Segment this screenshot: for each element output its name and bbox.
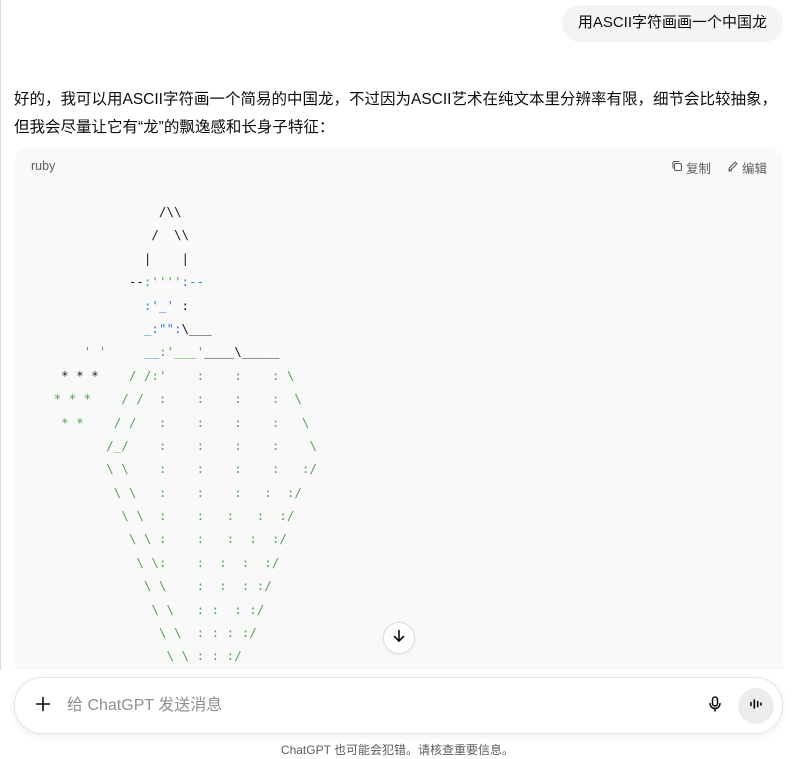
code-token: ____\_____ xyxy=(204,344,280,360)
code-token: /\\ xyxy=(31,204,182,219)
code-line: /_/ : : : : \ xyxy=(31,434,317,457)
code-token: :'''' xyxy=(143,274,182,290)
code-line: / \\ xyxy=(31,223,317,246)
edit-code-button[interactable]: 编辑 xyxy=(727,158,767,177)
code-token: \ \ : : : : :/ xyxy=(31,508,295,524)
window-left-edge xyxy=(0,0,1,759)
user-message-bubble: 用ASCII字符画画一个中国龙 xyxy=(561,5,783,42)
edit-pencil-icon xyxy=(727,160,739,175)
code-line: ' ' __:'___'____\_____ xyxy=(31,340,317,363)
code-line: _:"":\___ xyxy=(31,317,317,340)
code-token: \ \ : : : : :/ xyxy=(31,484,302,500)
scroll-to-bottom-button[interactable] xyxy=(383,622,415,654)
code-token: ' ' xyxy=(31,344,107,360)
code-line: | | xyxy=(31,247,317,270)
code-line: \ \ : : : :/ xyxy=(31,598,317,621)
code-line: :'_' : xyxy=(31,294,317,317)
code-block: ruby 复制 编辑 /\\ / \\ | | --:'''':--:'_' … xyxy=(15,148,783,688)
code-line: \ \ : : : : :/ xyxy=(31,527,317,550)
code-token: __ xyxy=(106,344,159,360)
code-token: / \\ xyxy=(31,227,190,243)
code-token: :'___' xyxy=(158,344,205,360)
microphone-icon xyxy=(706,695,724,718)
code-token: \ \ : : : : :/ xyxy=(31,461,317,477)
code-line: --:'''':-- xyxy=(31,270,317,293)
code-line: \ \: : : : :/ xyxy=(31,551,317,574)
code-block-header: ruby 复制 编辑 xyxy=(15,148,783,184)
code-token: \___ xyxy=(181,320,212,336)
code-line: \ \ : : : :/ xyxy=(31,621,317,644)
code-token: _:"": xyxy=(143,320,182,336)
code-token: | | xyxy=(31,250,190,266)
code-actions: 复制 编辑 xyxy=(671,158,767,177)
voice-mode-button[interactable] xyxy=(738,688,774,724)
arrow-down-icon xyxy=(391,628,407,649)
code-token: /_/ : : : : \ xyxy=(31,437,317,453)
code-language-label: ruby xyxy=(31,159,56,173)
code-token: : xyxy=(174,297,190,313)
attach-button[interactable] xyxy=(31,694,55,718)
copy-label: 复制 xyxy=(685,162,711,176)
code-line: * * / / : : : : \ xyxy=(31,411,317,434)
code-line: \ \ : : : : :/ xyxy=(31,481,317,504)
code-line: \ \ : : :/ xyxy=(31,644,317,667)
code-token: \ \ : : : :/ xyxy=(31,601,265,617)
code-line: /\\ xyxy=(31,200,317,223)
disclaimer-text: ChatGPT 也可能会犯错。请核查重要信息。 xyxy=(280,743,515,757)
dictation-button[interactable] xyxy=(703,694,727,718)
code-token: * * * xyxy=(31,367,99,383)
user-message-text: 用ASCII字符画画一个中国龙 xyxy=(577,14,767,31)
code-line: * * * / /:' : : : \ xyxy=(31,364,317,387)
code-token: * * / / : : : : \ xyxy=(31,414,310,430)
assistant-paragraph: 好的，我可以用ASCII字符画一个简易的中国龙，不过因为ASCII艺术在纯文本里… xyxy=(14,91,777,136)
copy-code-button[interactable]: 复制 xyxy=(671,158,711,177)
code-token: :-- xyxy=(181,274,205,290)
code-token: \ \ : : :/ xyxy=(31,648,242,664)
code-token: -- xyxy=(31,274,144,290)
voice-waveform-icon xyxy=(748,696,764,717)
code-line: \ \ : : : :/ xyxy=(31,574,317,597)
copy-icon xyxy=(671,160,683,175)
code-line: \ \ : : : : :/ xyxy=(31,457,317,480)
code-line: \ \ : : : : :/ xyxy=(31,504,317,527)
code-token: * * * / / : : : : \ xyxy=(31,391,302,407)
code-token: :'_' xyxy=(143,297,174,313)
code-token: \ \ : : : : :/ xyxy=(31,531,287,547)
message-input[interactable] xyxy=(67,694,667,718)
edit-label: 编辑 xyxy=(741,162,767,176)
plus-icon xyxy=(34,695,52,718)
code-token: \ \ : : : :/ xyxy=(31,578,272,594)
code-token: / /:' : : : \ xyxy=(98,367,295,383)
code-token: \ \ : : : :/ xyxy=(31,625,257,641)
assistant-message: 好的，我可以用ASCII字符画一个简易的中国龙，不过因为ASCII艺术在纯文本里… xyxy=(14,86,779,142)
composer xyxy=(14,677,783,734)
code-token: \ \: : : : :/ xyxy=(31,554,280,570)
code-line: * * * / / : : : : \ xyxy=(31,387,317,410)
code-content: /\\ / \\ | | --:'''':-- :'_' : _:"":\___… xyxy=(31,200,317,668)
